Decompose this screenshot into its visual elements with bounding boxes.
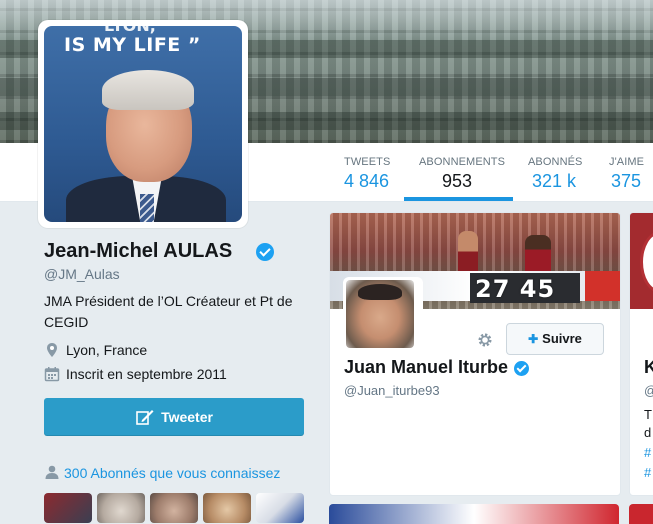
nav-followers[interactable]: ABONNÉS 321 k bbox=[528, 143, 588, 201]
hashtag-link[interactable]: # bbox=[644, 445, 651, 460]
nav-tweets-count: 4 846 bbox=[344, 171, 390, 191]
nav-tweets[interactable]: TWEETS 4 846 bbox=[344, 143, 404, 201]
avatar-quote: IS MY LIFE ” bbox=[64, 34, 201, 56]
banner-sign bbox=[585, 271, 620, 301]
add-user-icon: ✚ bbox=[528, 332, 539, 346]
verified-badge-icon bbox=[514, 361, 529, 376]
nav-followers-label: ABONNÉS bbox=[528, 156, 583, 168]
profile-location: Lyon, France bbox=[44, 342, 147, 358]
follow-button[interactable]: ✚ Suivre bbox=[506, 323, 604, 355]
user-card-name[interactable]: Juan Manuel Iturbe bbox=[344, 357, 508, 378]
profile-handle[interactable]: @JM_Aulas bbox=[44, 266, 120, 282]
nav-following-count: 953 bbox=[442, 171, 473, 191]
compose-icon bbox=[135, 403, 155, 425]
nav-following[interactable]: ABONNEMENTS 953 bbox=[404, 143, 513, 201]
verified-badge-icon bbox=[256, 243, 274, 261]
profile-bio: JMA Président de l’OL Créateur et Pt de … bbox=[44, 293, 293, 330]
nav-likes-count: 375 bbox=[611, 171, 642, 191]
calendar-icon bbox=[44, 366, 60, 382]
tweet-button[interactable]: Tweeter bbox=[44, 398, 304, 436]
user-card-next[interactable] bbox=[629, 504, 653, 524]
gear-icon[interactable] bbox=[476, 331, 494, 349]
profile-name[interactable]: Jean-Michel AULAS bbox=[44, 240, 232, 263]
nav-active-underline bbox=[404, 197, 513, 201]
nav-likes[interactable]: J'AIME 375 bbox=[609, 143, 653, 201]
avatar-tie bbox=[140, 194, 154, 222]
profile-joined-text: Inscrit en septembre 2011 bbox=[66, 366, 227, 382]
follow-button-label: Suivre bbox=[542, 331, 582, 346]
follower-thumb[interactable] bbox=[203, 493, 251, 523]
user-card-handle[interactable]: @Juan_iturbe93 bbox=[344, 383, 440, 398]
followers-you-know-link[interactable]: 300 Abonnés que vous connaissez bbox=[44, 464, 280, 481]
user-card-next[interactable] bbox=[329, 504, 619, 524]
user-card-bio-partial: d bbox=[644, 425, 652, 440]
follower-thumb[interactable] bbox=[150, 493, 198, 523]
user-card[interactable]: 27 45 ✚ Suivre Juan Manuel Iturbe @Juan_i… bbox=[329, 212, 621, 496]
user-card-name-partial: K bbox=[644, 357, 653, 378]
nav-following-label: ABONNEMENTS bbox=[419, 156, 506, 168]
user-card-handle-partial: @ bbox=[644, 383, 653, 398]
profile-location-text: Lyon, France bbox=[66, 342, 148, 358]
avatar-hair bbox=[102, 70, 194, 110]
follower-thumb[interactable] bbox=[256, 493, 304, 523]
banner-score: 27 45 bbox=[475, 275, 556, 303]
followers-you-know-text: 300 Abonnés que vous connaissez bbox=[64, 465, 281, 481]
follower-thumb[interactable] bbox=[97, 493, 145, 523]
avatar: LYON, IS MY LIFE ” bbox=[44, 26, 242, 222]
nav-likes-label: J'AIME bbox=[609, 156, 645, 168]
hashtag-link[interactable]: # bbox=[644, 465, 651, 480]
tweet-button-label: Tweeter bbox=[161, 409, 213, 425]
map-pin-icon bbox=[44, 342, 60, 358]
avatar bbox=[346, 280, 414, 348]
nav-tweets-label: TWEETS bbox=[344, 156, 391, 168]
user-card-avatar[interactable] bbox=[343, 277, 423, 357]
user-card-partial[interactable]: K @ T d # # bbox=[629, 212, 653, 496]
profile-joined: Inscrit en septembre 2011 bbox=[44, 366, 227, 382]
user-icon bbox=[44, 464, 60, 480]
profile-avatar-frame[interactable]: LYON, IS MY LIFE ” bbox=[38, 20, 248, 228]
user-card-bio-partial: T bbox=[644, 407, 652, 422]
follower-thumb[interactable] bbox=[44, 493, 92, 523]
nav-followers-count: 321 k bbox=[532, 171, 577, 191]
